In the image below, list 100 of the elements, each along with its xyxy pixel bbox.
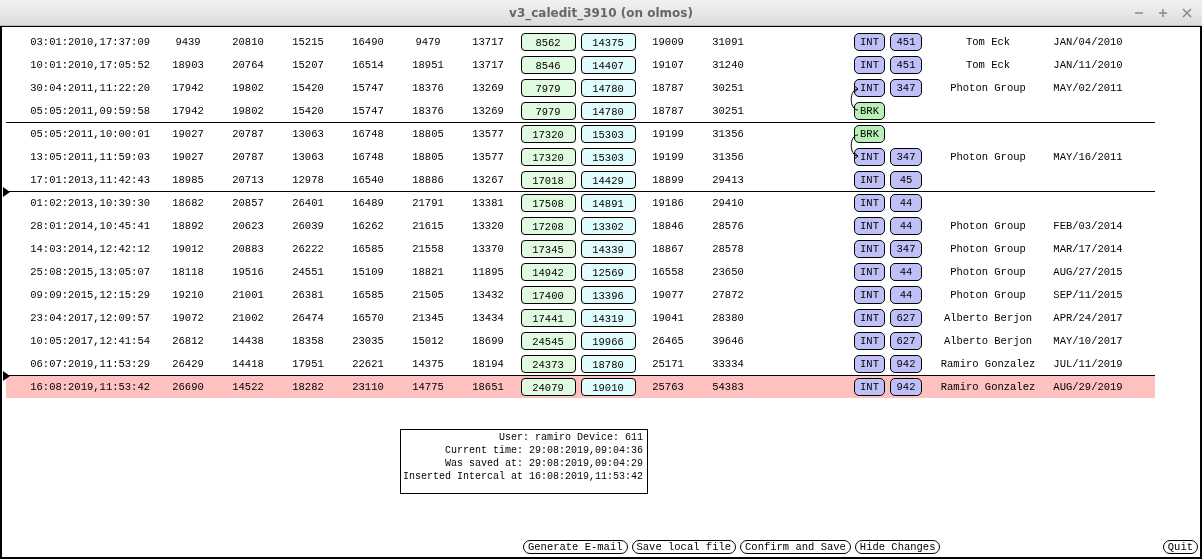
code-tag[interactable]: 44 bbox=[890, 194, 922, 212]
type-tag[interactable]: INT bbox=[854, 308, 885, 327]
type-tag[interactable]: INT bbox=[854, 32, 885, 51]
code-tag[interactable]: 451 bbox=[890, 32, 922, 51]
table-row[interactable]: 25:08:2015,13:05:07 18118 19516 24551 15109 18821 11895 14942 12569 16558 23650 INT 44 Photon Group AUG/27/2015 bbox=[6, 260, 1155, 283]
table-row[interactable]: 30:04:2011,11:22:20 17942 19802 15420 15747 18376 13269 7979 14780 18787 30251 INT 347 Photon Group MAY/02/2011 bbox=[6, 76, 1155, 99]
code-tag[interactable]: 44 bbox=[890, 216, 922, 235]
table-row[interactable]: 05:05:2011,10:00:01 19027 20787 13063 16748 18805 13577 17320 15303 19199 31356 BRK bbox=[6, 122, 1155, 145]
code-tag[interactable]: 45 bbox=[890, 170, 922, 189]
value-field[interactable]: 15303 bbox=[580, 125, 636, 143]
code-tag[interactable]: 942 bbox=[890, 378, 922, 396]
value-field[interactable]: 14319 bbox=[580, 308, 636, 327]
table-cell-text: 21002 bbox=[231, 311, 265, 324]
value-field[interactable]: 14407 bbox=[580, 55, 636, 74]
type-tag[interactable]: INT bbox=[854, 331, 885, 350]
value-field[interactable]: 17345 bbox=[520, 239, 576, 258]
table-row[interactable]: 17:01:2013,11:42:43 18985 20713 12978 16540 18886 13267 17018 14429 18899 29413 INT 45 bbox=[6, 168, 1155, 191]
table-row[interactable]: 06:07:2019,11:53:29 26429 14418 17951 22621 14375 18194 24373 18780 25171 33334 INT 942 Ramiro Gonzalez JUL/11/2019 bbox=[6, 352, 1155, 375]
table-row[interactable]: 05:05:2011,09:59:58 17942 19802 15420 15747 18376 13269 7979 14780 18787 30251 BRK bbox=[6, 99, 1155, 122]
value-field[interactable]: 15303 bbox=[580, 147, 636, 166]
table-row[interactable]: 23:04:2017,12:09:57 19072 21002 26474 16570 21345 13434 17441 14319 19041 28380 INT 627 Alberto Berjon APR/24/2017 bbox=[6, 306, 1155, 329]
date-cell-text: JAN/04/2010 bbox=[1052, 35, 1124, 48]
type-tag[interactable]: BRK bbox=[854, 101, 885, 120]
code-tag[interactable]: 44 bbox=[890, 262, 922, 281]
code-tag[interactable]: 627 bbox=[890, 308, 922, 327]
table-cell-text: 27872 bbox=[711, 288, 745, 301]
value-field[interactable]: 14339 bbox=[580, 239, 636, 258]
timestamp-cell-text: 05:05:2011,10:00:01 bbox=[29, 128, 151, 140]
date-cell-text: SEP/11/2015 bbox=[1052, 288, 1124, 301]
table-row[interactable]: 03:01:2010,17:37:09 9439 20810 15215 16490 9479 13717 8562 14375 19009 31091 INT 451 Tom Eck JAN/04/2010 bbox=[6, 30, 1155, 53]
value-field[interactable]: 19010 bbox=[580, 378, 636, 396]
type-tag[interactable]: INT bbox=[854, 262, 885, 281]
action-button[interactable]: Confirm and Save bbox=[740, 540, 851, 554]
type-tag[interactable]: INT bbox=[854, 378, 885, 396]
value-field[interactable]: 14375 bbox=[580, 32, 636, 51]
table-cell-text: 54383 bbox=[711, 381, 745, 393]
value-field[interactable]: 14891 bbox=[580, 194, 636, 212]
type-tag[interactable]: INT bbox=[854, 285, 885, 304]
value-field[interactable]: 13396 bbox=[580, 285, 636, 304]
value-field[interactable]: 18780 bbox=[580, 354, 636, 373]
value-field[interactable]: 17508 bbox=[520, 194, 576, 212]
table-row[interactable]: 14:03:2014,12:42:12 19012 20883 26222 16585 21558 13370 17345 14339 18867 28578 INT 347 Photon Group MAR/17/2014 bbox=[6, 237, 1155, 260]
table-row[interactable]: 01:02:2013,10:39:30 18682 20857 26401 16489 21791 13381 17508 14891 19186 29410 INT 44 bbox=[6, 191, 1155, 214]
type-tag[interactable]: INT bbox=[854, 239, 885, 258]
value-field[interactable]: 24079 bbox=[520, 378, 576, 396]
type-tag[interactable]: INT bbox=[854, 55, 885, 74]
timestamp-cell-text: 06:07:2019,11:53:29 bbox=[29, 357, 151, 370]
table-cell-text: 20883 bbox=[231, 242, 265, 255]
value-field[interactable]: 17018 bbox=[520, 170, 576, 189]
code-tag[interactable]: 347 bbox=[890, 239, 922, 258]
type-tag[interactable]: INT bbox=[854, 216, 885, 235]
code-tag[interactable]: 347 bbox=[890, 78, 922, 97]
value-field[interactable]: 17320 bbox=[520, 147, 576, 166]
code-tag[interactable]: 627 bbox=[890, 331, 922, 350]
value-field[interactable]: 7979 bbox=[520, 101, 576, 120]
maximize-icon[interactable] bbox=[1158, 8, 1168, 18]
value-field[interactable]: 13302 bbox=[580, 216, 636, 235]
table-row[interactable]: 09:09:2015,12:15:29 19210 21001 26381 16585 21505 13432 17400 13396 19077 27872 INT 44 Photon Group SEP/11/2015 bbox=[6, 283, 1155, 306]
value-field[interactable]: 8562 bbox=[520, 32, 576, 51]
value-field[interactable]: 17400 bbox=[520, 285, 576, 304]
code-tag[interactable]: 942 bbox=[890, 354, 922, 373]
type-tag[interactable]: INT bbox=[854, 78, 885, 97]
value-field[interactable]: 17208 bbox=[520, 216, 576, 235]
type-tag[interactable]: INT bbox=[854, 147, 885, 166]
value-field[interactable]: 17441 bbox=[520, 308, 576, 327]
timestamp-cell-text: 10:05:2017,12:41:54 bbox=[29, 334, 151, 347]
type-tag[interactable]: INT bbox=[854, 354, 885, 373]
table-row[interactable]: 13:05:2011,11:59:03 19027 20787 13063 16748 18805 13577 17320 15303 19199 31356 INT 347 Photon Group MAY/16/2011 bbox=[6, 145, 1155, 168]
value-field[interactable]: 7979 bbox=[520, 78, 576, 97]
value-field[interactable]: 14429 bbox=[580, 170, 636, 189]
value-field[interactable]: 8546 bbox=[520, 55, 576, 74]
code-tag[interactable]: 451 bbox=[890, 55, 922, 74]
quit-button[interactable]: Quit bbox=[1162, 540, 1198, 554]
value-field[interactable]: 24373 bbox=[520, 354, 576, 373]
value-field[interactable]: 12569 bbox=[580, 262, 636, 281]
close-icon[interactable] bbox=[1182, 8, 1192, 18]
value-field[interactable]: 14780 bbox=[580, 101, 636, 120]
table-cell-text: 18867 bbox=[651, 242, 685, 255]
table-row[interactable]: 10:01:2010,17:05:52 18903 20764 15207 16514 18951 13717 8546 14407 19107 31240 INT 451 Tom Eck JAN/11/2010 bbox=[6, 53, 1155, 76]
action-button[interactable]: Save local file bbox=[631, 540, 737, 554]
table-cell-text: 13577 bbox=[471, 128, 505, 140]
type-tag[interactable]: INT bbox=[854, 194, 885, 212]
table-cell-text: 19199 bbox=[651, 128, 685, 140]
table-cell-text: 14375 bbox=[411, 357, 445, 370]
value-field[interactable]: 14942 bbox=[520, 262, 576, 281]
value-field[interactable]: 24545 bbox=[520, 331, 576, 350]
code-tag[interactable]: 347 bbox=[890, 147, 922, 166]
value-field[interactable]: 17320 bbox=[520, 125, 576, 143]
value-field[interactable]: 14780 bbox=[580, 78, 636, 97]
type-tag[interactable]: BRK bbox=[854, 125, 885, 143]
value-field[interactable]: 19966 bbox=[580, 331, 636, 350]
table-cell-text: 15215 bbox=[291, 35, 325, 48]
table-row[interactable]: 10:05:2017,12:41:54 26812 14438 18358 23035 15012 18699 24545 19966 26465 39646 INT 627 Alberto Berjon MAY/10/2017 bbox=[6, 329, 1155, 352]
action-button[interactable]: Generate E-mail bbox=[523, 540, 628, 554]
type-tag[interactable]: INT bbox=[854, 170, 885, 189]
code-tag[interactable]: 44 bbox=[890, 285, 922, 304]
action-button[interactable]: Hide Changes bbox=[854, 540, 941, 554]
timestamp-cell-text: 10:01:2010,17:05:52 bbox=[29, 58, 151, 71]
timestamp-cell-text: 05:05:2011,09:59:58 bbox=[29, 104, 151, 117]
table-row[interactable]: 28:01:2014,10:45:41 18892 20623 26039 16262 21615 13320 17208 13302 18846 28576 INT 44 Photon Group FEB/03/2014 bbox=[6, 214, 1155, 237]
